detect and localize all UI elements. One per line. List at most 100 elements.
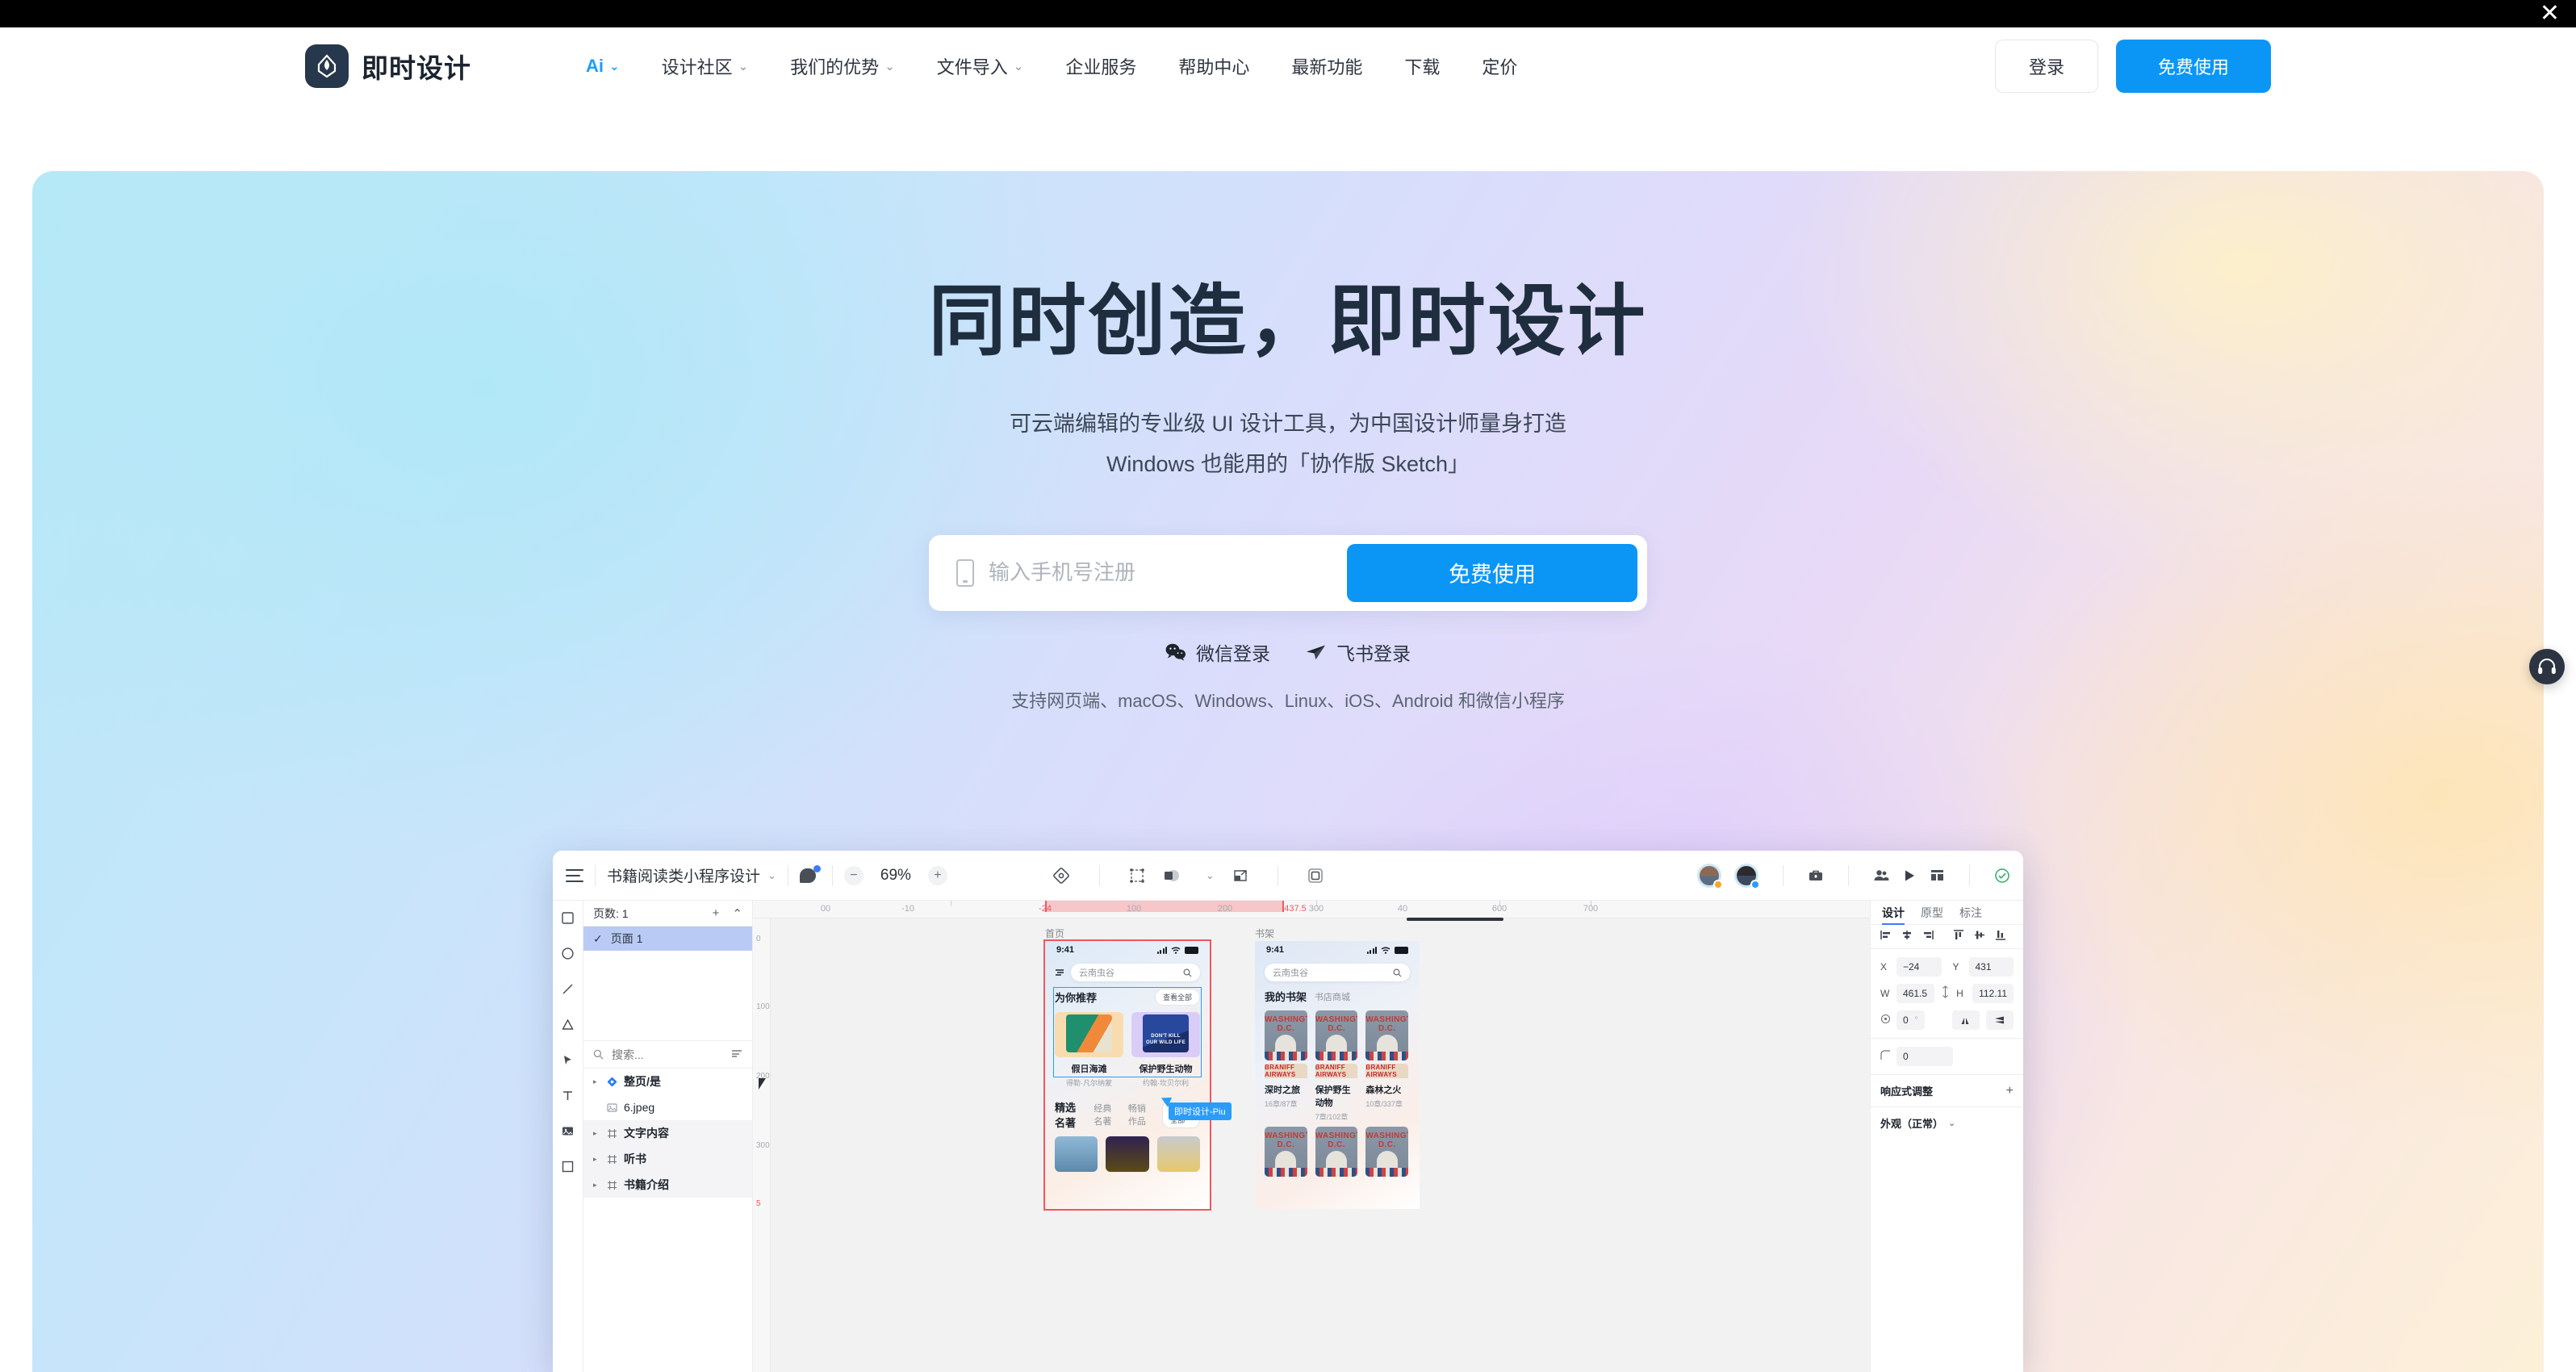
horizontal-ruler[interactable]: 00 -10 -24 100 200 300 40 437.5 600 700: [753, 901, 1870, 921]
shape-tool-icon[interactable]: [1163, 868, 1181, 884]
image-tool-icon[interactable]: [561, 1123, 575, 1138]
pen-tool-icon[interactable]: [561, 1052, 575, 1067]
artboard-home[interactable]: 9:41 云南虫谷 为你推荐 查看全部 假日海滩 得勒·凡尔纳蒙 DON'T K…: [1043, 939, 1211, 1211]
view-all-button[interactable]: 查看全部: [1154, 989, 1200, 1006]
phone-input[interactable]: [989, 560, 1347, 586]
share-people-icon[interactable]: [1873, 868, 1889, 884]
appearance-header[interactable]: 外观（正常） ⌄: [1880, 1115, 2014, 1131]
close-icon[interactable]: ✕: [2540, 2, 2560, 26]
tab-selected[interactable]: 精选名著: [1055, 1099, 1085, 1130]
file-name[interactable]: 书籍阅读类小程序设计: [607, 864, 760, 886]
collapse-pages-button[interactable]: ⌃: [732, 906, 742, 921]
shelf-book[interactable]: WASHINGTON D.C.: [1311, 1010, 1362, 1060]
list-item[interactable]: ▸ 听书: [583, 1146, 752, 1172]
menu-icon[interactable]: [566, 868, 583, 882]
search-input[interactable]: 云南虫谷: [1265, 964, 1410, 981]
align-center-horizontal-icon[interactable]: [1901, 930, 1913, 944]
brand-logo-group[interactable]: 即时设计: [305, 44, 471, 88]
book-card[interactable]: [1156, 1136, 1200, 1172]
nav-item-help[interactable]: 帮助中心: [1157, 45, 1270, 87]
align-bottom-icon[interactable]: [1995, 930, 2006, 944]
add-page-button[interactable]: +: [713, 906, 720, 921]
avatar[interactable]: [1734, 863, 1760, 889]
y-input[interactable]: 431: [1968, 957, 2014, 977]
shelf-book[interactable]: WASHINGTON D.C.: [1361, 1127, 1412, 1177]
artboard-label-home[interactable]: 首页: [1045, 927, 1064, 940]
nav-item-download[interactable]: 下载: [1383, 45, 1461, 87]
chevron-down-icon[interactable]: ⌄: [767, 869, 776, 882]
list-item[interactable]: ▸ 文字内容: [583, 1120, 752, 1146]
flip-horizontal-button[interactable]: [1952, 1010, 1980, 1030]
book-card[interactable]: [1106, 1136, 1149, 1172]
component-tool-icon[interactable]: [1052, 867, 1070, 885]
tab-prototype[interactable]: 原型: [1921, 901, 1943, 925]
align-top-icon[interactable]: [1953, 929, 1964, 944]
align-left-icon[interactable]: [1880, 930, 1892, 944]
vertical-ruler[interactable]: 0 100 200 300 5: [753, 918, 771, 1372]
menu-icon[interactable]: [1055, 968, 1064, 977]
expand-triangle-icon[interactable]: ▸: [593, 1181, 600, 1190]
expand-triangle-icon[interactable]: ▸: [593, 1129, 600, 1138]
layer-search-input[interactable]: [612, 1048, 700, 1061]
rotation-input[interactable]: 0 °: [1896, 1010, 1925, 1030]
frame-tool-icon[interactable]: [1129, 868, 1145, 884]
align-center-vertical-icon[interactable]: [1974, 930, 1985, 944]
nav-item-advantages[interactable]: 我们的优势 ⌄: [769, 45, 916, 87]
list-item[interactable]: 6.jpeg: [583, 1094, 752, 1120]
wechat-login-button[interactable]: 微信登录: [1165, 638, 1270, 666]
zoom-out-button[interactable]: −: [843, 865, 864, 885]
tab-classics[interactable]: 经典名著: [1094, 1102, 1120, 1127]
tab-design[interactable]: 设计: [1882, 901, 1905, 925]
free-trial-button[interactable]: 免费使用: [2116, 40, 2271, 93]
shelf-book[interactable]: WASHINGTON D.C.: [1361, 1010, 1412, 1060]
line-tool-icon[interactable]: [561, 981, 575, 996]
chevron-down-icon[interactable]: ⌄: [1206, 869, 1215, 882]
tab-bestsellers[interactable]: 畅销作品: [1128, 1102, 1155, 1127]
tab-annotation[interactable]: 标注: [1959, 901, 1982, 925]
signup-submit-button[interactable]: 免费使用: [1347, 543, 1637, 602]
book-card[interactable]: 假日海滩 得勒·凡尔纳蒙: [1055, 1012, 1123, 1088]
nav-item-ai[interactable]: Ai ⌄: [565, 48, 641, 85]
corner-radius-input[interactable]: 0: [1896, 1047, 1953, 1066]
width-input[interactable]: 461.5: [1896, 984, 1935, 1003]
support-button[interactable]: [2529, 649, 2565, 684]
tab-my-shelf[interactable]: 我的书架: [1265, 989, 1307, 1004]
layout-icon[interactable]: [1930, 868, 1945, 883]
flip-vertical-button[interactable]: [1986, 1010, 2014, 1030]
briefcase-icon[interactable]: [1808, 868, 1824, 884]
expand-triangle-icon[interactable]: ▸: [593, 1077, 600, 1086]
add-responsive-button[interactable]: +: [2006, 1084, 2014, 1098]
text-tool-icon[interactable]: [561, 1088, 575, 1102]
filter-icon[interactable]: [731, 1048, 742, 1062]
align-right-icon[interactable]: [1922, 930, 1934, 944]
shelf-book[interactable]: WASHINGTON D.C.: [1261, 1010, 1311, 1060]
avatar[interactable]: [1697, 863, 1723, 889]
artboard-label-shelf[interactable]: 书架: [1255, 927, 1274, 940]
book-card[interactable]: [1055, 1136, 1098, 1172]
feishu-login-button[interactable]: 飞书登录: [1306, 638, 1411, 666]
x-input[interactable]: −24: [1896, 957, 1942, 977]
shelf-book[interactable]: WASHINGTON D.C.: [1261, 1127, 1311, 1177]
book-card[interactable]: DON'T KILL OUR WILD LIFE 保护野生动物 约翰·坎贝尔利: [1131, 1012, 1200, 1088]
design-canvas[interactable]: 00 -10 -24 100 200 300 40 437.5 600 700 …: [753, 901, 1870, 1372]
zoom-in-button[interactable]: +: [927, 865, 947, 885]
login-button[interactable]: 登录: [1995, 40, 2098, 93]
triangle-tool-icon[interactable]: [561, 1017, 575, 1031]
nav-item-enterprise[interactable]: 企业服务: [1044, 45, 1157, 87]
page-item-1[interactable]: ✓ 页面 1: [583, 927, 752, 951]
tab-store[interactable]: 书店商城: [1315, 990, 1350, 1003]
ellipse-tool-icon[interactable]: [561, 946, 575, 960]
shelf-book[interactable]: WASHINGTON D.C.: [1311, 1127, 1362, 1177]
mask-tool-icon[interactable]: [1307, 868, 1324, 884]
resize-tool-icon[interactable]: [1232, 868, 1248, 884]
sync-status-icon[interactable]: [1994, 868, 2010, 884]
rectangle-tool-icon[interactable]: [561, 910, 575, 925]
artboard-tool-icon[interactable]: [561, 1159, 575, 1173]
comment-icon[interactable]: [799, 864, 821, 886]
expand-triangle-icon[interactable]: ▸: [593, 1155, 600, 1164]
nav-item-community[interactable]: 设计社区 ⌄: [641, 45, 770, 87]
play-icon[interactable]: [1902, 868, 1917, 883]
nav-item-whats-new[interactable]: 最新功能: [1270, 45, 1383, 87]
artboard-shelf[interactable]: 9:41 云南虫谷 我的书架 书店商城 WASHING D.C. WASHING…: [1255, 941, 1420, 1209]
nav-item-pricing[interactable]: 定价: [1461, 45, 1538, 87]
